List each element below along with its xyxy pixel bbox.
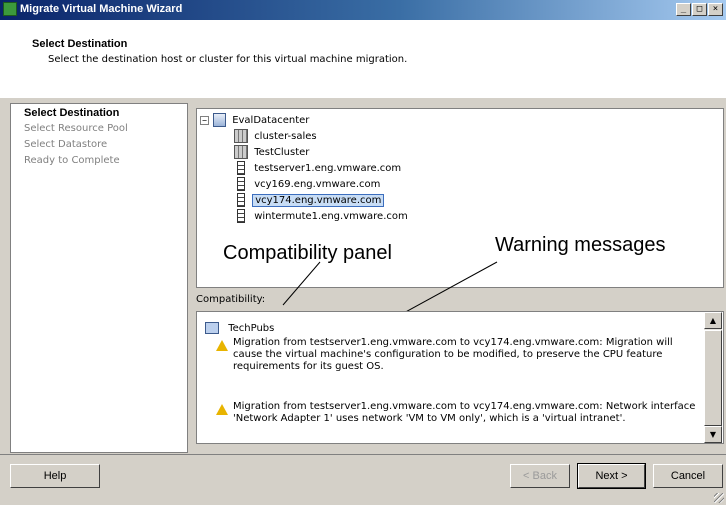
page-description: Select the destination host or cluster f… xyxy=(48,54,408,65)
step-select-destination: Select Destination xyxy=(24,107,120,119)
wizard-app-icon xyxy=(3,2,17,16)
warning-icon xyxy=(216,340,228,351)
tree-item-cluster-sales[interactable]: cluster-sales xyxy=(234,129,317,145)
tree-item-vcy169[interactable]: vcy169.eng.vmware.com xyxy=(237,177,380,193)
tree-item-label: testserver1.eng.vmware.com xyxy=(254,163,402,174)
warning-icon xyxy=(216,404,228,415)
cluster-icon xyxy=(234,129,248,143)
tree-item-label: cluster-sales xyxy=(254,131,317,142)
vm-name: TechPubs xyxy=(228,323,275,334)
compatibility-label: Compatibility: xyxy=(196,294,266,305)
page-title: Select Destination xyxy=(32,38,128,50)
vm-icon xyxy=(205,322,219,334)
tree-item-label: EvalDatacenter xyxy=(232,115,310,126)
help-button[interactable]: Help xyxy=(10,464,100,488)
host-icon xyxy=(237,193,245,207)
tree-item-label: vcy169.eng.vmware.com xyxy=(254,179,381,190)
warning-message-1: Migration from testserver1.eng.vmware.co… xyxy=(233,337,673,372)
tree-item-label: wintermute1.eng.vmware.com xyxy=(254,211,408,222)
annotation-warning-messages: Warning messages xyxy=(495,234,666,256)
scroll-thumb[interactable] xyxy=(704,330,722,426)
next-button[interactable]: Next > xyxy=(577,463,646,489)
host-icon xyxy=(237,177,245,191)
tree-item-vcy174[interactable]: vcy174.eng.vmware.com xyxy=(237,193,385,209)
tree-item-testserver1[interactable]: testserver1.eng.vmware.com xyxy=(237,161,401,177)
scroll-down-button[interactable]: ▼ xyxy=(704,426,722,443)
tree-item-testcluster[interactable]: TestCluster xyxy=(234,145,309,161)
datacenter-icon xyxy=(213,113,226,127)
tree-item-label: TestCluster xyxy=(254,147,310,158)
close-button[interactable]: × xyxy=(708,3,723,16)
cancel-button[interactable]: Cancel xyxy=(653,464,723,488)
compat-vm-row: TechPubs xyxy=(205,321,274,337)
warning-message-2: Migration from testserver1.eng.vmware.co… xyxy=(233,401,696,424)
tree-item-evaldatacenter[interactable]: EvalDatacenter xyxy=(213,113,309,129)
tree-item-wintermute1[interactable]: wintermute1.eng.vmware.com xyxy=(237,209,408,225)
back-button[interactable]: < Back xyxy=(510,464,570,488)
annotation-compatibility-panel: Compatibility panel xyxy=(223,242,392,264)
host-icon xyxy=(237,209,245,223)
collapse-expander-icon[interactable]: − xyxy=(200,116,209,125)
resize-grip-icon[interactable] xyxy=(714,493,724,503)
tree-item-label-selected: vcy174.eng.vmware.com xyxy=(252,194,385,207)
step-select-datastore: Select Datastore xyxy=(24,139,108,150)
step-ready-to-complete: Ready to Complete xyxy=(24,155,120,166)
host-icon xyxy=(237,161,245,175)
window-title: Migrate Virtual Machine Wizard xyxy=(20,3,183,15)
step-select-resource-pool: Select Resource Pool xyxy=(24,123,128,134)
scroll-up-button[interactable]: ▲ xyxy=(704,312,722,329)
cluster-icon xyxy=(234,145,248,159)
minimize-button[interactable]: _ xyxy=(676,3,691,16)
maximize-button[interactable]: □ xyxy=(692,3,707,16)
